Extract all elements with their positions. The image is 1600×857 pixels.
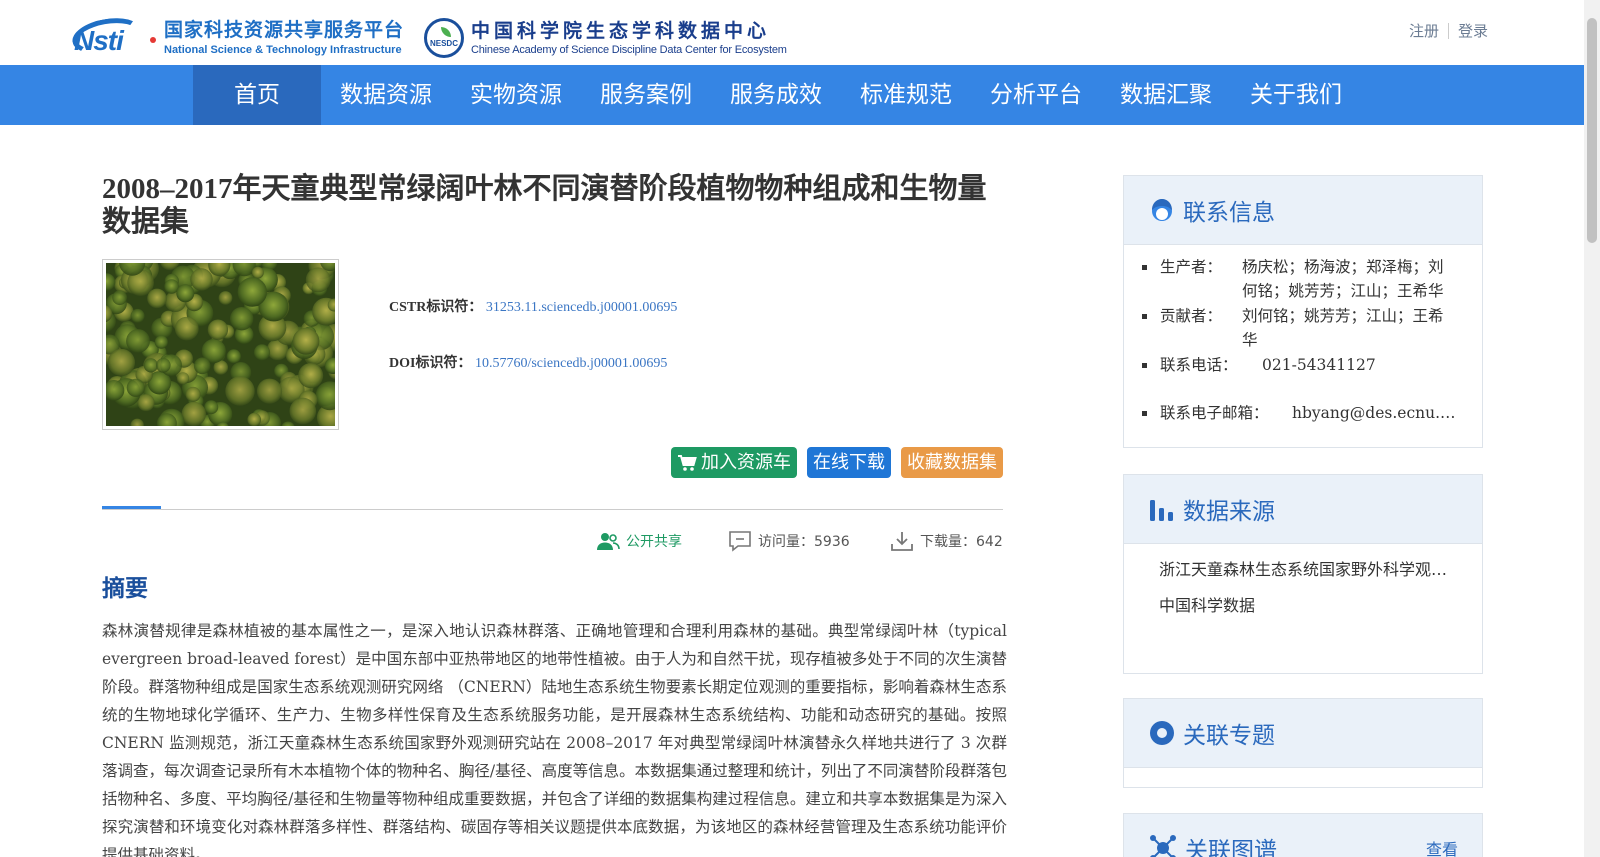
auth-links: 注册 登录: [1409, 20, 1488, 41]
register-link[interactable]: 注册: [1409, 20, 1439, 41]
nesdc-name-cn: 中国科学院生态学科数据中心: [471, 20, 771, 42]
comment-icon: [729, 531, 751, 552]
contributor-item: 贡献者： 刘何铭；姚芳芳；江山；王希华: [1142, 304, 1458, 352]
section-divider: [102, 509, 1003, 510]
doi-label: DOI标识符：: [389, 356, 472, 371]
bar-chart-icon: [1150, 500, 1173, 521]
download-count: 下载量：642: [890, 527, 1003, 555]
abstract-text: 森林演替规律是森林植被的基本属性之一，是深入地认识森林群落、正确地管理和合理利用…: [102, 622, 1007, 857]
cstr-row: CSTR标识符： 31253.11.sciencedb.j00001.00695: [389, 296, 677, 352]
data-source-panel-title: 数据来源: [1183, 499, 1275, 525]
nav-item[interactable]: 服务案例: [581, 65, 711, 125]
users-icon: [597, 533, 620, 550]
online-download-button[interactable]: 在线下载: [807, 447, 891, 478]
nav-item[interactable]: 首页: [193, 65, 321, 125]
nesdc-logo[interactable]: NESDC 中国科学院生态学科数据中心 Chinese Academy of S…: [424, 16, 824, 60]
add-to-cart-label: 加入资源车: [701, 452, 791, 473]
related-graph-panel: 关联图谱 查看: [1123, 813, 1483, 857]
download-count-label: 下载量：642: [920, 534, 1003, 550]
dataset-identifiers: CSTR标识符： 31253.11.sciencedb.j00001.00695…: [389, 296, 677, 408]
phone-value: 021-54341127: [1262, 356, 1376, 374]
data-source-panel: 数据来源 浙江天童森林生态系统国家野外科学观测研究站 中国科学数据: [1123, 474, 1483, 674]
nsti-logo[interactable]: Nsti 国家科技资源共享服务平台 National Science & Tec…: [69, 13, 410, 60]
site-header: Nsti 国家科技资源共享服务平台 National Science & Tec…: [0, 0, 1600, 65]
contact-list: 生产者： 杨庆松；杨海波；郑泽梅；刘何铭；姚芳芳；江山；王希华 贡献者： 刘何铭…: [1124, 245, 1482, 425]
cstr-label: CSTR标识符：: [389, 300, 483, 315]
nav-item[interactable]: 关于我们: [1231, 65, 1361, 125]
view-graph-link[interactable]: 查看: [1426, 836, 1458, 857]
email-value[interactable]: hbyang@des.ecnu.edu.cn: [1292, 401, 1458, 425]
related-topics-panel-header: 关联专题: [1124, 699, 1482, 768]
producer-item: 生产者： 杨庆松；杨海波；郑泽梅；刘何铭；姚芳芳；江山；王希华: [1142, 255, 1458, 303]
login-link[interactable]: 登录: [1458, 20, 1488, 41]
scrollbar-thumb[interactable]: [1587, 18, 1597, 243]
dataset-thumbnail: [102, 259, 339, 430]
related-topics-panel: 关联专题: [1123, 698, 1483, 788]
nav-item[interactable]: 标准规范: [841, 65, 971, 125]
favorite-dataset-button[interactable]: 收藏数据集: [901, 447, 1003, 478]
email-label: 联系电子邮箱：: [1160, 404, 1269, 422]
data-source-panel-header: 数据来源: [1124, 475, 1482, 544]
email-item: 联系电子邮箱： hbyang@des.ecnu.edu.cn: [1142, 401, 1458, 425]
producer-label: 生产者：: [1160, 258, 1223, 276]
doi-link[interactable]: 10.57760/sciencedb.j00001.00695: [475, 356, 667, 371]
topics-icon: [1150, 721, 1174, 745]
add-to-cart-button[interactable]: 加入资源车: [671, 447, 797, 478]
share-status-label: 公开共享: [626, 534, 682, 550]
auth-divider: [1447, 22, 1449, 39]
phone-label: 联系电话：: [1160, 356, 1238, 374]
contact-person-icon: [1152, 199, 1172, 221]
producer-value: 杨庆松；杨海波；郑泽梅；刘何铭；姚芳芳；江山；王希华: [1242, 258, 1444, 300]
data-source-item[interactable]: 浙江天童森林生态系统国家野外科学观测研究站: [1159, 552, 1452, 588]
nav-item[interactable]: 数据汇聚: [1101, 65, 1231, 125]
data-source-list: 浙江天童森林生态系统国家野外科学观测研究站 中国科学数据: [1124, 544, 1482, 624]
phone-item: 联系电话： 021-54341127: [1142, 353, 1458, 377]
nesdc-name-en: Chinese Academy of Science Discipline Da…: [471, 44, 787, 56]
visit-count-label: 访问量：5936: [758, 534, 850, 550]
nesdc-emblem-icon: NESDC: [424, 18, 464, 58]
related-graph-panel-title: 关联图谱: [1185, 838, 1277, 857]
contributor-value: 刘何铭；姚芳芳；江山；王希华: [1242, 307, 1444, 349]
nav-item[interactable]: 数据资源: [321, 65, 451, 125]
nav-item[interactable]: 实物资源: [451, 65, 581, 125]
cstr-link[interactable]: 31253.11.sciencedb.j00001.00695: [486, 300, 678, 315]
related-graph-panel-header: 关联图谱 查看: [1124, 814, 1482, 857]
section-divider-accent: [102, 506, 161, 509]
knowledge-graph-icon: [1150, 835, 1176, 857]
page-scrollbar[interactable]: [1584, 0, 1600, 857]
contributor-label: 贡献者：: [1160, 307, 1223, 325]
related-topics-panel-title: 关联专题: [1183, 723, 1275, 749]
cart-icon: [678, 454, 697, 471]
nsti-name-en: National Science & Technology Infrastruc…: [164, 44, 402, 56]
abstract-heading: 摘要: [102, 576, 148, 602]
action-buttons: 加入资源车 在线下载 收藏数据集: [661, 447, 1003, 478]
nav-item[interactable]: 服务成效: [711, 65, 841, 125]
nsti-name-cn: 国家科技资源共享服务平台: [164, 19, 405, 41]
share-status: 公开共享: [596, 527, 682, 555]
contact-panel-title: 联系信息: [1183, 200, 1275, 226]
nav-item[interactable]: 分析平台: [971, 65, 1101, 125]
doi-row: DOI标识符： 10.57760/sciencedb.j00001.00695: [389, 352, 677, 408]
main-nav: 首页 数据资源 实物资源 服务案例 服务成效 标准规范 分析平台 数据汇聚 关于我们: [0, 65, 1600, 125]
forest-canopy-image: [106, 263, 335, 426]
nsti-logo-mark: Nsti: [69, 13, 158, 59]
download-icon: [891, 532, 913, 551]
contact-panel-header: 联系信息: [1124, 176, 1482, 245]
contact-panel: 联系信息 生产者： 杨庆松；杨海波；郑泽梅；刘何铭；姚芳芳；江山；王希华 贡献者…: [1123, 175, 1483, 448]
visit-count: 访问量：5936: [728, 527, 850, 555]
dataset-stats: 公开共享 访问量：5936 下载量：642: [102, 527, 1003, 555]
data-source-item[interactable]: 中国科学数据: [1159, 588, 1452, 624]
dataset-title: 2008–2017年天童典型常绿阔叶林不同演替阶段植物物种组成和生物量数据集: [102, 173, 987, 238]
